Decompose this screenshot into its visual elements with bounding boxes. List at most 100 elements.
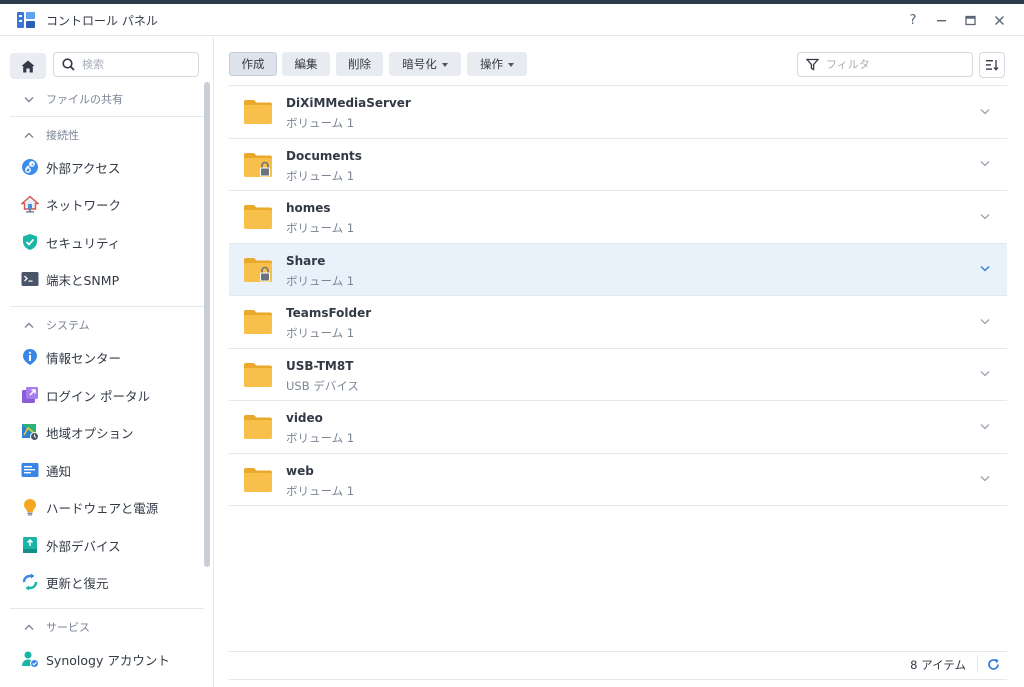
folder-name: Share [286,253,326,268]
sidebar-item-label: ハードウェアと電源 [46,500,159,516]
chevron-down-icon [24,96,36,103]
refresh-icon [987,658,999,670]
notification-icon [20,460,40,480]
expand-chevron-icon[interactable] [979,420,991,432]
expand-chevron-icon[interactable] [979,210,991,222]
delete-button[interactable]: 削除 [336,52,383,76]
folder-row[interactable]: DiXiMMediaServer ボリューム 1 [229,85,1007,138]
expand-chevron-icon[interactable] [979,105,991,117]
expand-chevron-icon[interactable] [979,263,991,275]
encrypted-folder-icon [243,152,273,178]
caret-down-icon [441,62,448,67]
chevron-up-icon [24,322,36,329]
sidebar-item-security[interactable]: セキュリティ [20,228,200,256]
folder-name: TeamsFolder [286,306,372,320]
sidebar-item-external-devices[interactable]: 外部デバイス [20,531,200,559]
action-label: 操作 [480,57,503,71]
sidebar-item-regional-options[interactable]: 地域オプション [20,418,200,446]
section-label: 接続性 [46,129,79,142]
edit-button[interactable]: 編集 [282,52,330,76]
folder-row[interactable]: Documents ボリューム 1 [229,137,1007,191]
help-button[interactable]: ? [902,10,924,30]
section-label: サービス [46,621,90,634]
filter-input[interactable] [826,55,966,74]
synology-account-icon [20,649,40,669]
expand-chevron-icon[interactable] [979,473,991,485]
terminal-icon [20,269,40,289]
external-devices-icon [20,535,40,555]
chevron-up-icon [24,132,36,139]
create-button[interactable]: 作成 [229,52,277,76]
folder-name: web [286,463,314,478]
section-label: システム [46,319,90,332]
folder-icon [243,414,273,440]
home-icon [21,60,35,72]
info-center-icon [20,347,40,367]
folder-row[interactable]: video ボリューム 1 [229,400,1007,453]
expand-chevron-icon[interactable] [979,368,991,380]
section-connectivity[interactable]: 接続性 [24,125,79,145]
regional-options-icon [20,422,40,442]
section-file-sharing[interactable]: ファイルの共有 [24,89,123,109]
section-services[interactable]: サービス [24,617,90,637]
expand-chevron-icon[interactable] [979,315,991,327]
filter-field[interactable] [797,52,973,77]
list-end-divider [229,505,1007,506]
folder-icon [243,99,273,125]
folder-location: USB デバイス [286,378,359,393]
sort-button[interactable] [979,52,1005,78]
home-button[interactable] [10,53,46,79]
sidebar-item-network[interactable]: ネットワーク [20,190,200,218]
folder-row[interactable]: Share ボリューム 1 [229,242,1007,295]
action-dropdown[interactable]: 操作 [467,52,527,76]
close-button[interactable] [988,10,1010,30]
sidebar-item-terminal-snmp[interactable]: 端末とSNMP [20,265,200,293]
expand-chevron-icon[interactable] [979,158,991,170]
network-house-icon [20,194,40,214]
folder-name: video [286,411,323,425]
sidebar-item-label: 外部アクセス [46,160,121,176]
item-count: 8 アイテム [910,658,966,672]
sidebar-scrollbar[interactable] [204,82,210,567]
folder-location: ボリューム 1 [286,221,355,235]
external-access-icon [20,157,40,177]
folder-row[interactable]: web ボリューム 1 [229,452,1007,506]
sidebar-search[interactable] [53,52,199,77]
maximize-button[interactable] [959,10,981,30]
sidebar-item-external-access[interactable]: 外部アクセス [20,153,200,181]
section-system[interactable]: システム [24,315,90,335]
sidebar-item-label: 通知 [46,463,72,479]
shared-folder-list: DiXiMMediaServer ボリューム 1 Documents ボリューム 1h… [229,85,1007,506]
control-panel-app-icon [16,10,36,30]
sidebar-item-synology-account[interactable]: Synology アカウント [20,645,200,673]
sidebar-item-update-restore[interactable]: 更新と復元 [20,568,200,596]
folder-location: ボリューム 1 [286,116,355,130]
folder-icon [243,309,273,335]
sidebar-item-label: ネットワーク [46,197,122,213]
search-input[interactable] [82,55,194,74]
folder-row[interactable]: TeamsFolder ボリューム 1 [229,295,1007,348]
sidebar-item-hardware-power[interactable]: ハードウェアと電源 [20,493,200,521]
sidebar-item-info-center[interactable]: 情報センター [20,343,200,371]
refresh-button[interactable] [985,656,1001,672]
encrypt-dropdown[interactable]: 暗号化 [389,52,461,76]
sidebar-item-notification[interactable]: 通知 [20,456,200,484]
update-restore-icon [20,572,40,592]
minimize-icon [936,19,946,21]
sidebar-item-label: 端末とSNMP [46,272,120,288]
folder-row[interactable]: USB-TM8T USB デバイス [229,347,1007,401]
folder-location: ボリューム 1 [286,483,355,498]
section-divider [10,306,204,307]
security-shield-icon [20,232,40,252]
sort-icon [986,60,999,71]
folder-row[interactable]: homes ボリューム 1 [229,190,1007,243]
folder-icon [243,204,273,230]
sidebar-item-label: ログイン ポータル [46,388,150,404]
section-divider [10,116,204,117]
caret-down-icon [508,62,514,67]
chevron-up-icon [24,624,36,631]
sidebar-item-label: 情報センター [46,350,122,366]
minimize-button[interactable] [930,10,952,30]
sidebar-item-login-portal[interactable]: ログイン ポータル [20,381,200,409]
folder-icon [243,362,273,388]
